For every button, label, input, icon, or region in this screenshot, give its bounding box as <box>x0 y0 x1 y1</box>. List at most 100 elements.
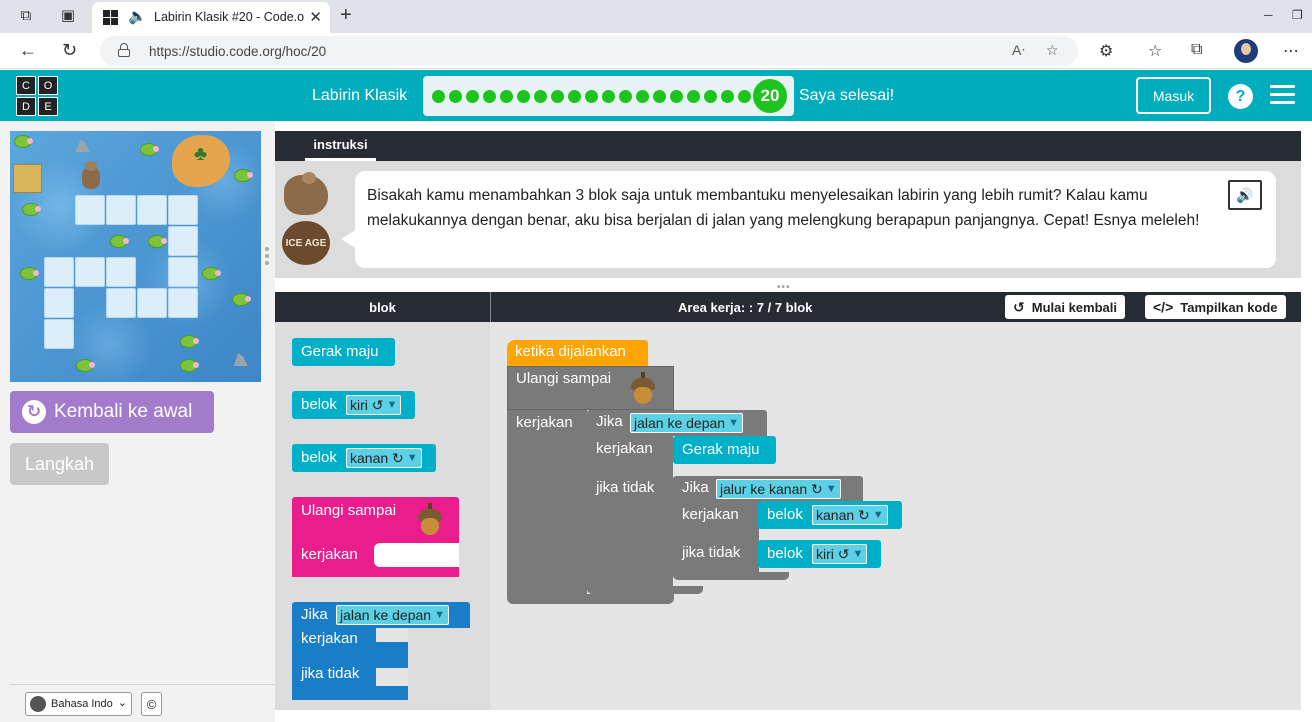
text-to-speech-icon[interactable]: 🔊 <box>1228 180 1262 210</box>
turn-left-block[interactable]: belok kiri ↺ ▼ <box>758 540 881 568</box>
turn-left-block[interactable]: belok kiri ↺ ▼ <box>292 391 415 419</box>
condition-dropdown[interactable]: jalan ke depan ▼ <box>336 605 449 625</box>
lily-pad <box>22 203 41 216</box>
when-run-block[interactable]: ketika dijalankan <box>507 340 648 366</box>
move-forward-block[interactable]: Gerak maju <box>673 436 776 464</box>
lily-pad <box>234 169 253 182</box>
block-count: Area kerja: : 7 / 7 blok <box>678 300 813 315</box>
refresh-icon[interactable]: ↻ <box>62 41 77 59</box>
move-forward-block[interactable]: Gerak maju <box>292 338 395 366</box>
direction-dropdown[interactable]: kanan ↻ ▼ <box>812 505 888 525</box>
level-dot[interactable] <box>568 90 581 103</box>
level-dot[interactable] <box>585 90 598 103</box>
level-dot[interactable] <box>687 90 700 103</box>
extensions-icon[interactable]: ⚙ <box>1099 41 1113 61</box>
tab-instructions[interactable]: instruksi <box>305 131 376 161</box>
tab-actions-icon[interactable]: ▣ <box>59 7 77 25</box>
speaker-icon[interactable]: 🔈 <box>128 7 147 25</box>
block-label: Gerak maju <box>682 441 760 458</box>
url-field[interactable]: https://studio.code.org/hoc/20 Aᐧ ☆ <box>100 36 1078 66</box>
show-code-button[interactable]: </> Tampilkan kode <box>1145 295 1286 319</box>
if-else-block[interactable]: Jika jalan ke depan ▼ kerjakan jika tidak <box>292 602 470 700</box>
back-icon[interactable]: ← <box>19 41 37 59</box>
condition-dropdown[interactable]: jalan ke depan ▼ <box>630 413 743 433</box>
close-tab-icon[interactable]: ✕ <box>309 8 322 26</box>
ice-tile <box>168 226 198 256</box>
reset-button[interactable]: ↻ Kembali ke awal <box>10 391 214 433</box>
profile-avatar[interactable] <box>1234 39 1258 63</box>
level-dot[interactable] <box>721 90 734 103</box>
lily-pad <box>14 135 33 148</box>
direction-dropdown[interactable]: kanan ↻ ▼ <box>346 448 422 468</box>
browser-tab[interactable]: 🔈 Labirin Klasik #20 - Code.org ✕ <box>92 2 330 33</box>
help-icon[interactable]: ? <box>1228 84 1253 109</box>
dropdown-arrow-icon: ▼ <box>825 483 837 495</box>
language-select[interactable]: Bahasa Indo ⌄ <box>25 692 132 716</box>
level-dot[interactable] <box>704 90 717 103</box>
level-dot[interactable] <box>551 90 564 103</box>
level-progress: 20 <box>423 76 794 116</box>
level-dot[interactable] <box>466 90 479 103</box>
condition-dropdown[interactable]: jalur ke kanan ↻ ▼ <box>716 479 841 499</box>
level-dot[interactable] <box>534 90 547 103</box>
acorn-icon <box>630 372 656 404</box>
lily-pad <box>232 293 251 306</box>
lock-icon[interactable] <box>118 43 130 57</box>
level-dot[interactable] <box>432 90 445 103</box>
dropdown-value: kiri ↺ <box>816 545 850 562</box>
block-label: Jika <box>301 606 328 623</box>
new-tab-icon[interactable]: + <box>340 5 352 25</box>
show-code-label: Tampilkan kode <box>1180 299 1278 315</box>
direction-dropdown[interactable]: kiri ↺ ▼ <box>346 395 402 415</box>
step-button[interactable]: Langkah <box>10 443 109 485</box>
current-level-dot[interactable]: 20 <box>753 79 787 113</box>
turn-right-block[interactable]: belok kanan ↻ ▼ <box>292 444 436 472</box>
add-favorite-icon[interactable]: ☆ <box>1046 42 1059 59</box>
block-label: ketika dijalankan <box>515 343 626 360</box>
block-label: kerjakan <box>301 630 358 647</box>
logo-letter: E <box>38 97 58 116</box>
workspaces-icon[interactable]: ⧉ <box>17 7 35 25</box>
finished-link[interactable]: Saya selesai! <box>799 87 894 105</box>
level-dot[interactable] <box>653 90 666 103</box>
address-bar: ← ↻ https://studio.code.org/hoc/20 Aᐧ ☆ … <box>0 33 1312 69</box>
scrat-avatar <box>284 172 328 215</box>
globe-icon <box>30 696 46 712</box>
restart-label: Mulai kembali <box>1031 299 1117 315</box>
direction-dropdown[interactable]: kiri ↺ ▼ <box>812 544 868 564</box>
copyright-button[interactable]: © <box>141 692 162 716</box>
workspace-header: blok Area kerja: : 7 / 7 blok ↺ Mulai ke… <box>275 292 1301 322</box>
level-dot[interactable] <box>517 90 530 103</box>
block-label: Gerak maju <box>301 343 379 360</box>
level-dot[interactable] <box>483 90 496 103</box>
level-dot[interactable] <box>449 90 462 103</box>
url-text[interactable]: https://studio.code.org/hoc/20 <box>149 44 326 59</box>
block-label: kerjakan <box>682 506 739 523</box>
hamburger-menu-icon[interactable] <box>1270 85 1295 105</box>
collections-icon[interactable]: ⧉ <box>1191 41 1202 59</box>
level-dot[interactable] <box>636 90 649 103</box>
lily-pad <box>140 143 159 156</box>
footer-divider <box>10 684 275 685</box>
favorites-icon[interactable]: ☆ <box>1148 41 1162 61</box>
read-aloud-icon[interactable]: Aᐧ <box>1012 42 1025 59</box>
restore-icon[interactable]: ❐ <box>1292 8 1303 22</box>
repeat-until-block[interactable]: Ulangi sampai kerjakan <box>292 497 459 577</box>
block-label: Ulangi sampai <box>301 502 397 519</box>
turn-right-block[interactable]: belok kanan ↻ ▼ <box>758 501 902 529</box>
more-menu-icon[interactable]: ⋯ <box>1283 41 1299 61</box>
minimize-icon[interactable]: ─ <box>1264 8 1273 22</box>
code-logo[interactable]: C O D E <box>16 76 58 116</box>
logo-letter: C <box>16 76 36 95</box>
level-dot[interactable] <box>738 90 751 103</box>
block-label: Jika <box>682 479 709 496</box>
ice-tile <box>44 257 74 287</box>
dropdown-value: jalan ke depan <box>634 415 726 431</box>
level-dot[interactable] <box>602 90 615 103</box>
level-dot[interactable] <box>619 90 632 103</box>
signin-button[interactable]: Masuk <box>1136 77 1211 114</box>
restart-button[interactable]: ↺ Mulai kembali <box>1005 295 1125 319</box>
level-dot[interactable] <box>500 90 513 103</box>
column-resize-handle[interactable] <box>265 247 269 269</box>
level-dot[interactable] <box>670 90 683 103</box>
